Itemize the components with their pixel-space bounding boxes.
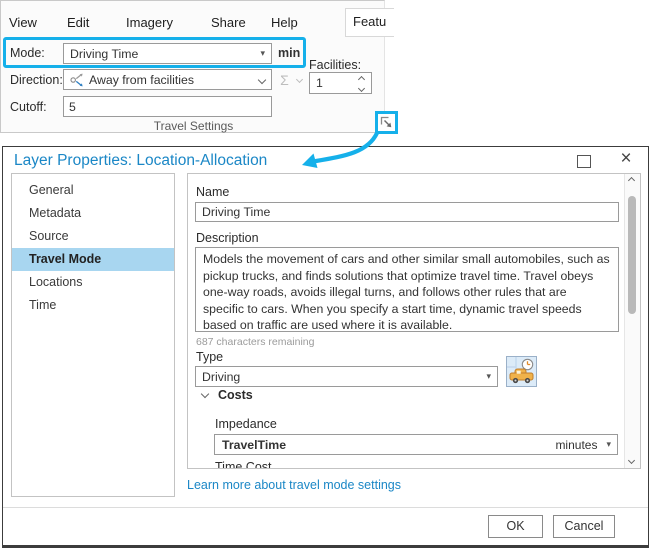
- description-textarea[interactable]: Models the movement of cars and other si…: [195, 247, 619, 332]
- characters-remaining-label: 687 characters remaining: [196, 336, 314, 348]
- facilities-value: 1: [316, 76, 323, 90]
- menu-item-imagery[interactable]: Imagery: [126, 15, 173, 30]
- direction-dropdown[interactable]: Away from facilities: [63, 69, 272, 90]
- type-label: Type: [196, 350, 223, 364]
- type-value: Driving: [202, 370, 482, 384]
- mode-label: Mode:: [10, 46, 45, 60]
- layer-properties-dialog: Layer Properties: Location-Allocation × …: [2, 146, 649, 548]
- impedance-value: TravelTime: [215, 438, 555, 452]
- facilities-label: Facilities:: [309, 58, 361, 72]
- sigma-summary-button[interactable]: Σ: [275, 70, 294, 90]
- vertical-scrollbar[interactable]: [624, 174, 640, 468]
- cancel-button[interactable]: Cancel: [553, 515, 615, 538]
- chevron-down-icon: [258, 75, 266, 83]
- cutoff-input[interactable]: [63, 96, 272, 117]
- menu-item-view[interactable]: View: [9, 15, 37, 30]
- caret-down-icon: ▾: [260, 48, 265, 59]
- footer-divider: [3, 507, 648, 508]
- mode-dropdown[interactable]: Driving Time ▾: [63, 43, 272, 64]
- scrollbar-up-icon[interactable]: [628, 177, 635, 184]
- menu-item-share[interactable]: Share: [211, 15, 246, 30]
- travel-settings-group-label: Travel Settings: [1, 119, 386, 133]
- tab-feature-layer-partial[interactable]: Featu: [345, 8, 394, 37]
- sidebar-item-time[interactable]: Time: [12, 294, 174, 317]
- menu-item-edit[interactable]: Edit: [67, 15, 89, 30]
- close-icon[interactable]: ×: [615, 147, 637, 171]
- menu-item-help[interactable]: Help: [271, 15, 298, 30]
- dialog-sidebar: General Metadata Source Travel Mode Loca…: [11, 173, 175, 497]
- type-dropdown[interactable]: Driving ▾: [195, 366, 498, 387]
- travel-mode-icon-button[interactable]: [506, 356, 537, 387]
- caret-down-icon: ▾: [606, 439, 611, 450]
- mode-value: Driving Time: [70, 47, 256, 61]
- screenshot-root: View Edit Imagery Share Help Featu Mode:…: [0, 0, 650, 548]
- dialog-launcher-button[interactable]: [375, 111, 398, 134]
- impedance-dropdown[interactable]: TravelTime minutes ▾: [214, 434, 618, 455]
- scrollbar-down-icon[interactable]: [628, 457, 635, 464]
- stepper-down-button[interactable]: [355, 84, 367, 93]
- away-from-facilities-icon: [70, 73, 84, 87]
- learn-more-link[interactable]: Learn more about travel mode settings: [187, 478, 401, 492]
- maximize-icon[interactable]: [577, 155, 591, 168]
- mode-unit-label: min: [278, 46, 300, 60]
- name-label: Name: [196, 185, 229, 199]
- name-input[interactable]: [195, 202, 619, 222]
- impedance-unit: minutes: [555, 438, 597, 452]
- travel-mode-panel: Name Description Models the movement of …: [187, 173, 641, 469]
- sidebar-item-general[interactable]: General: [12, 179, 174, 202]
- facilities-stepper[interactable]: 1: [309, 72, 372, 94]
- dialog-title: Layer Properties: Location-Allocation: [14, 152, 267, 170]
- cutoff-label: Cutoff:: [10, 100, 47, 114]
- chevron-down-icon: [357, 85, 364, 92]
- car-with-clock-icon: [507, 357, 536, 386]
- dialog-launcher-icon: [380, 116, 393, 129]
- chevron-up-icon: [357, 76, 364, 83]
- impedance-label: Impedance: [215, 417, 277, 431]
- caret-down-icon: ▾: [486, 371, 491, 382]
- stepper-up-button[interactable]: [355, 75, 367, 84]
- sidebar-item-metadata[interactable]: Metadata: [12, 202, 174, 225]
- time-cost-label: Time Cost: [215, 460, 272, 469]
- direction-value: Away from facilities: [89, 73, 259, 87]
- sidebar-item-travel-mode[interactable]: Travel Mode: [12, 248, 174, 271]
- ribbon-snippet: View Edit Imagery Share Help Featu Mode:…: [0, 0, 385, 133]
- sidebar-item-locations[interactable]: Locations: [12, 271, 174, 294]
- sigma-chevron-down-icon[interactable]: [296, 76, 303, 83]
- costs-section-label: Costs: [218, 388, 253, 402]
- ok-button[interactable]: OK: [488, 515, 543, 538]
- costs-expander-chevron-icon[interactable]: [201, 390, 209, 398]
- sidebar-item-source[interactable]: Source: [12, 225, 174, 248]
- scrollbar-thumb[interactable]: [628, 196, 636, 314]
- description-label: Description: [196, 231, 259, 245]
- direction-label: Direction:: [10, 73, 63, 87]
